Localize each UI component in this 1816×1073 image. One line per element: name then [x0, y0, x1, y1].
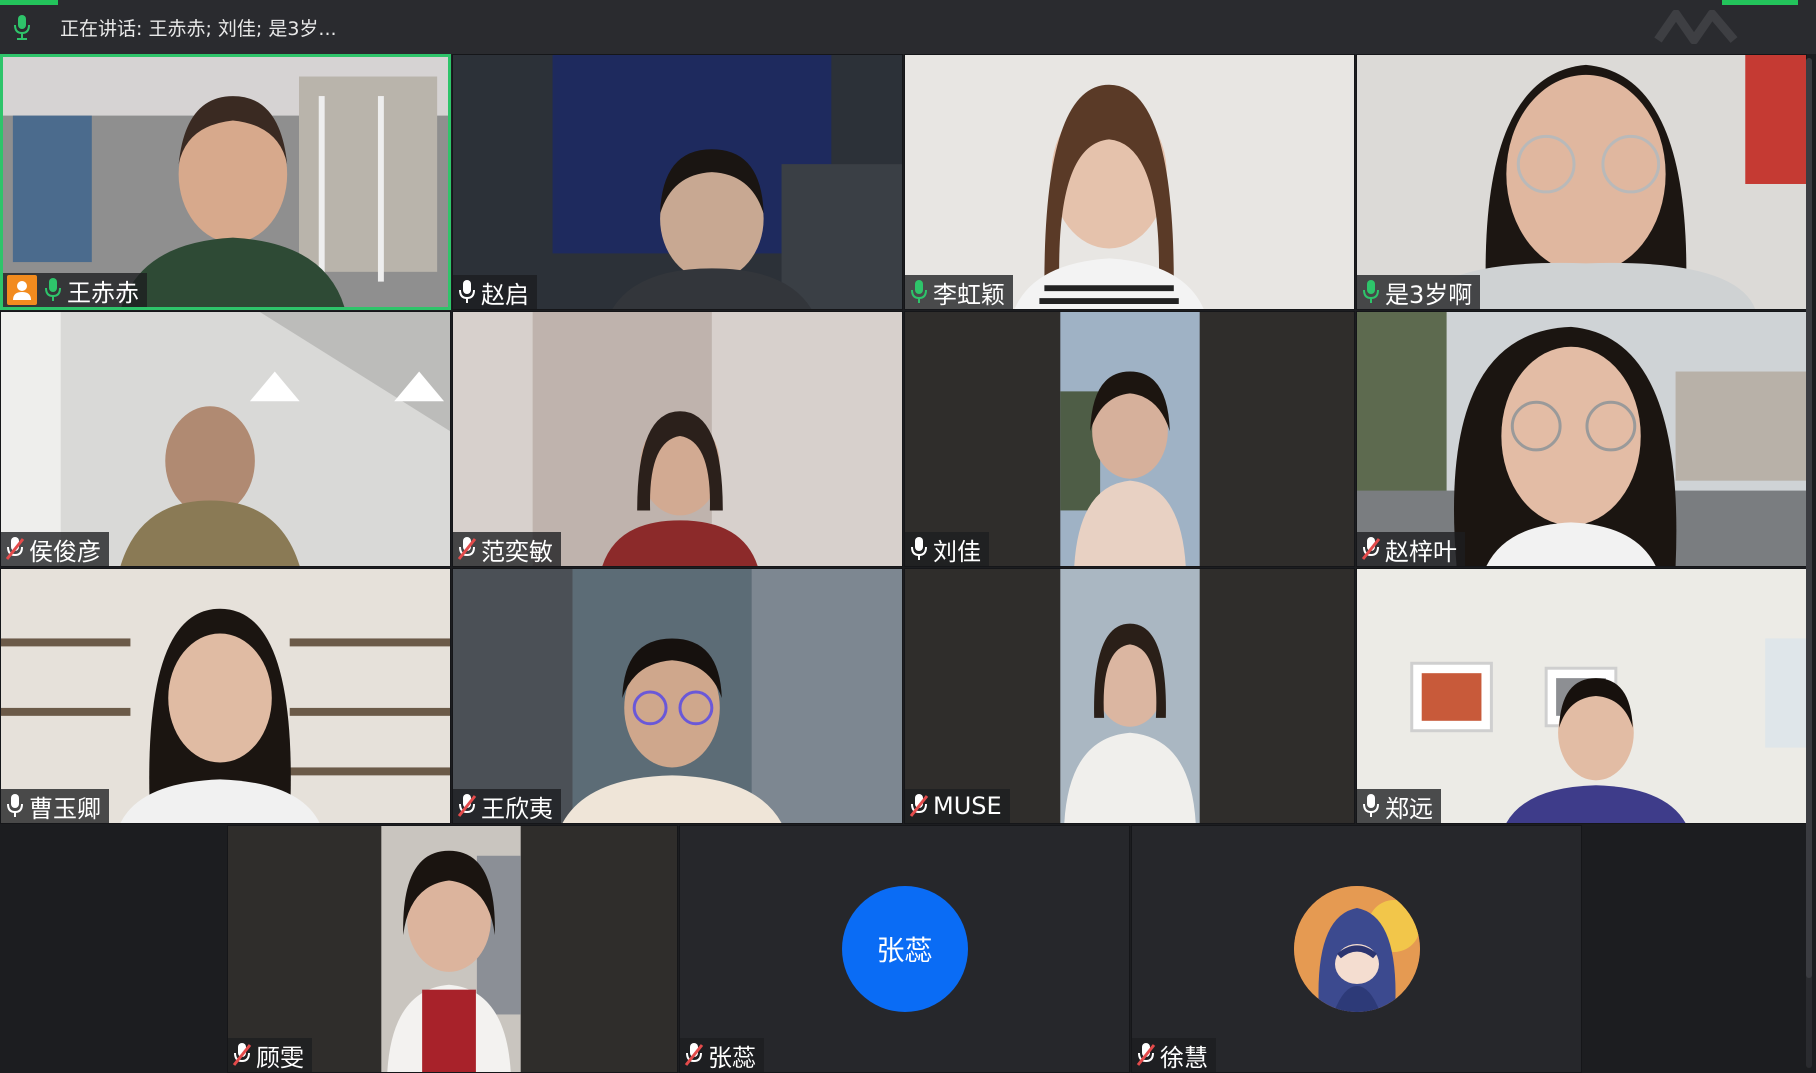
speaking-indicator-text: 正在讲话: 王赤赤; 刘佳; 是3岁...	[60, 17, 337, 40]
participant-video	[453, 55, 902, 309]
video-tile[interactable]: 李虹颖	[904, 54, 1355, 310]
illustrated-avatar-icon	[1293, 886, 1420, 1012]
participant-nameplate: 王欣夷	[453, 789, 561, 823]
topbar-accent-right	[1722, 0, 1798, 5]
participant-name: 刘佳	[933, 537, 981, 566]
video-tile[interactable]: 王欣夷	[452, 568, 903, 824]
participant-name: 顾雯	[256, 1043, 304, 1072]
participant-nameplate: 是3岁啊	[1357, 275, 1481, 309]
participant-video	[1, 569, 450, 823]
participant-nameplate: 郑远	[1357, 789, 1441, 823]
participant-video	[1357, 569, 1806, 823]
participant-name: 是3岁啊	[1385, 280, 1473, 309]
video-tile[interactable]: 徐慧	[1131, 825, 1582, 1073]
participant-video	[453, 312, 902, 566]
participant-name: 王欣夷	[481, 794, 553, 823]
mic-muted-icon	[232, 1043, 252, 1066]
video-tile[interactable]: 顾雯	[227, 825, 678, 1073]
participant-nameplate: 赵启	[453, 275, 537, 309]
host-badge-icon	[7, 275, 37, 305]
app-logo-icon	[1654, 10, 1738, 44]
mic-muted-icon	[909, 794, 929, 817]
video-tile[interactable]: 刘佳	[904, 311, 1355, 567]
participant-nameplate: 曹玉卿	[1, 789, 109, 823]
mic-muted-icon	[457, 794, 477, 817]
participant-name: 徐慧	[1160, 1043, 1208, 1072]
participant-video	[905, 312, 1354, 566]
participant-name: 范奕敏	[481, 537, 553, 566]
video-tile[interactable]: 是3岁啊	[1356, 54, 1807, 310]
participant-nameplate: 赵梓叶	[1357, 532, 1465, 566]
participant-name: 王赤赤	[67, 278, 139, 307]
topbar-accent-left	[0, 0, 58, 5]
participant-video	[905, 569, 1354, 823]
mic-on-icon	[1363, 280, 1379, 303]
video-grid: 王赤赤 赵启 李虹颖 是3岁啊 侯俊彦 范奕敏 刘佳 赵梓叶 曹玉卿 王欣夷 M…	[0, 54, 1816, 1073]
participant-nameplate: 徐慧	[1132, 1038, 1216, 1072]
participant-name: 侯俊彦	[29, 537, 101, 566]
participant-name: MUSE	[933, 792, 1002, 820]
participant-video	[228, 826, 677, 1072]
video-tile[interactable]: 王赤赤	[0, 54, 451, 310]
participant-name: 郑远	[1385, 794, 1433, 823]
video-tile[interactable]: 张蕊 张蕊	[679, 825, 1130, 1073]
video-tile[interactable]: 赵启	[452, 54, 903, 310]
grid-scrollbar[interactable]	[1806, 58, 1812, 1068]
meeting-topbar: 正在讲话: 王赤赤; 刘佳; 是3岁...	[0, 0, 1816, 54]
participant-video	[1, 312, 450, 566]
participant-video	[1357, 55, 1806, 309]
speaking-mic-icon[interactable]	[12, 13, 32, 41]
participant-name: 曹玉卿	[29, 794, 101, 823]
participant-video	[1357, 312, 1806, 566]
participant-video	[905, 55, 1354, 309]
video-tile[interactable]: MUSE	[904, 568, 1355, 824]
mic-on-icon	[459, 280, 475, 303]
video-tile[interactable]: 郑远	[1356, 568, 1807, 824]
mic-on-icon	[911, 280, 927, 303]
participant-name: 赵启	[481, 280, 529, 309]
participant-video	[453, 569, 902, 823]
video-tile[interactable]: 侯俊彦	[0, 311, 451, 567]
video-tile[interactable]: 范奕敏	[452, 311, 903, 567]
video-tile[interactable]: 曹玉卿	[0, 568, 451, 824]
participant-nameplate: 刘佳	[905, 532, 989, 566]
mic-muted-icon	[684, 1043, 704, 1066]
participant-video	[3, 57, 448, 307]
participant-nameplate: 李虹颖	[905, 275, 1013, 309]
mic-muted-icon	[1361, 537, 1381, 560]
participant-nameplate: 范奕敏	[453, 532, 561, 566]
mic-on-icon	[1363, 794, 1379, 817]
participant-name: 李虹颖	[933, 280, 1005, 309]
mic-muted-icon	[457, 537, 477, 560]
mic-muted-icon	[5, 537, 25, 560]
participant-nameplate: 顾雯	[228, 1038, 312, 1072]
participant-name: 张蕊	[708, 1043, 756, 1072]
participant-nameplate: 侯俊彦	[1, 532, 109, 566]
mic-on-icon	[45, 278, 61, 301]
participant-name: 赵梓叶	[1385, 537, 1457, 566]
participant-nameplate: MUSE	[905, 789, 1010, 823]
mic-on-icon	[911, 537, 927, 560]
avatar-initials: 张蕊	[876, 934, 933, 967]
mic-muted-icon	[1136, 1043, 1156, 1066]
video-tile[interactable]: 赵梓叶	[1356, 311, 1807, 567]
participant-nameplate: 王赤赤	[3, 273, 147, 307]
participant-avatar: 张蕊	[841, 886, 968, 1012]
participant-nameplate: 张蕊	[680, 1038, 764, 1072]
scrollbar-thumb[interactable]	[1806, 58, 1812, 978]
participant-avatar-image	[1293, 886, 1420, 1012]
mic-on-icon	[7, 794, 23, 817]
